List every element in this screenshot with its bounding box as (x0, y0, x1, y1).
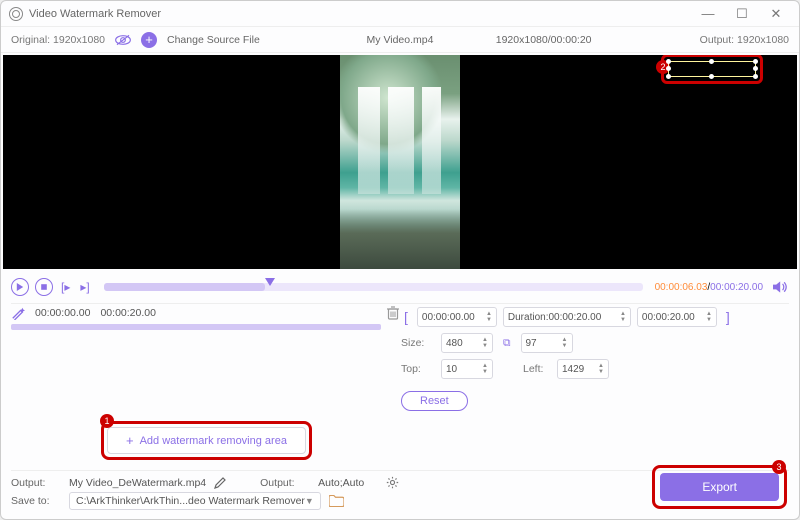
change-source-button[interactable]: Change Source File (167, 34, 260, 46)
video-canvas[interactable]: 2 (3, 55, 797, 269)
range-start-bracket-icon[interactable]: [ (401, 309, 411, 325)
source-dimensions: 1920x1080/00:00:20 (496, 34, 592, 46)
maximize-button[interactable]: ☐ (725, 4, 759, 24)
app-title: Video Watermark Remover (29, 8, 161, 20)
browse-folder-icon[interactable] (329, 495, 344, 507)
resize-handle[interactable] (709, 59, 714, 64)
size-label: Size: (401, 337, 435, 349)
top-label: Top: (401, 363, 435, 375)
info-toolbar: Original: 1920x1080 + Change Source File… (1, 27, 799, 53)
region-properties-panel: [ 00:00:00.00▲▼ Duration:00:00:20.00▲▼ 0… (401, 304, 789, 466)
original-label: Original: 1920x1080 (11, 34, 105, 46)
resize-handle[interactable] (753, 66, 758, 71)
save-path-dropdown[interactable]: C:\ArkThinker\ArkThin...deo Watermark Re… (69, 492, 321, 510)
edit-filename-icon[interactable] (214, 477, 226, 489)
wand-icon[interactable] (11, 306, 25, 320)
titlebar: Video Watermark Remover — ☐ ✕ (1, 1, 799, 27)
set-in-point-button[interactable]: [▸ (59, 280, 72, 294)
resize-handle[interactable] (753, 59, 758, 64)
annotation-3: 3 Export (652, 465, 787, 509)
plus-icon: + (126, 433, 134, 448)
duration-input[interactable]: Duration:00:00:20.00▲▼ (503, 307, 631, 327)
export-button[interactable]: Export (660, 473, 779, 501)
resize-handle[interactable] (666, 74, 671, 79)
left-input[interactable]: 1429▲▼ (557, 359, 609, 379)
preview-toggle-icon[interactable] (115, 33, 131, 47)
resize-handle[interactable] (666, 59, 671, 64)
delete-segment-icon[interactable] (387, 306, 399, 320)
watermark-selection-box[interactable] (668, 61, 756, 77)
chevron-down-icon: ▼ (305, 496, 314, 506)
save-to-label: Save to: (11, 495, 61, 507)
range-end-bracket-icon[interactable]: ] (723, 309, 733, 325)
segments-panel: 00:00:00.00 00:00:20.00 1 + Add watermar… (11, 304, 399, 466)
output-preset-label: Output: (260, 477, 310, 489)
resize-handle[interactable] (666, 66, 671, 71)
resize-handle[interactable] (709, 74, 714, 79)
minimize-button[interactable]: — (691, 4, 725, 24)
output-preset: Auto;Auto (318, 477, 364, 489)
annotation-badge-3: 3 (772, 460, 786, 474)
reset-button[interactable]: Reset (401, 391, 468, 411)
output-filename: My Video_DeWatermark.mp4 (69, 477, 206, 489)
app-window: Video Watermark Remover — ☐ ✕ Original: … (0, 0, 800, 520)
range-start-input[interactable]: 00:00:00.00▲▼ (417, 307, 497, 327)
output-filename-label: Output: (11, 477, 61, 489)
segment-start-time: 00:00:00.00 (35, 307, 90, 319)
app-icon (9, 7, 23, 21)
add-watermark-area-button[interactable]: + Add watermark removing area (107, 427, 306, 454)
output-resolution: Output: 1920x1080 (700, 34, 789, 46)
seek-thumb[interactable] (265, 278, 275, 286)
output-settings-icon[interactable] (386, 476, 399, 489)
lower-panels: 00:00:00.00 00:00:20.00 1 + Add watermar… (1, 304, 799, 470)
video-frame (340, 55, 460, 269)
annotation-2: 2 (661, 55, 763, 84)
resize-handle[interactable] (753, 74, 758, 79)
seek-slider[interactable] (104, 283, 643, 291)
top-input[interactable]: 10▲▼ (441, 359, 493, 379)
left-label: Left: (523, 363, 551, 375)
volume-icon[interactable] (773, 280, 789, 294)
stop-button[interactable] (35, 278, 53, 296)
change-source-plus-icon[interactable]: + (141, 32, 157, 48)
width-input[interactable]: 480▲▼ (441, 333, 493, 353)
aspect-lock-icon[interactable]: ⧉ (499, 337, 515, 350)
video-preview-area: 2 (1, 53, 799, 271)
close-button[interactable]: ✕ (759, 4, 793, 24)
annotation-badge-1: 1 (100, 414, 114, 428)
annotation-1: 1 + Add watermark removing area (101, 421, 312, 460)
height-input[interactable]: 97▲▼ (521, 333, 573, 353)
playback-bar: [▸ ▸] 00:00:06.03/00:00:20.00 (1, 271, 799, 303)
set-out-point-button[interactable]: ▸] (78, 280, 91, 294)
segment-end-time: 00:00:20.00 (100, 307, 155, 319)
play-button[interactable] (11, 278, 29, 296)
source-filename: My Video.mp4 (367, 34, 434, 46)
time-readout: 00:00:06.03/00:00:20.00 (655, 282, 763, 293)
segment-row: 00:00:00.00 00:00:20.00 (11, 304, 399, 322)
range-end-input[interactable]: 00:00:20.00▲▼ (637, 307, 717, 327)
